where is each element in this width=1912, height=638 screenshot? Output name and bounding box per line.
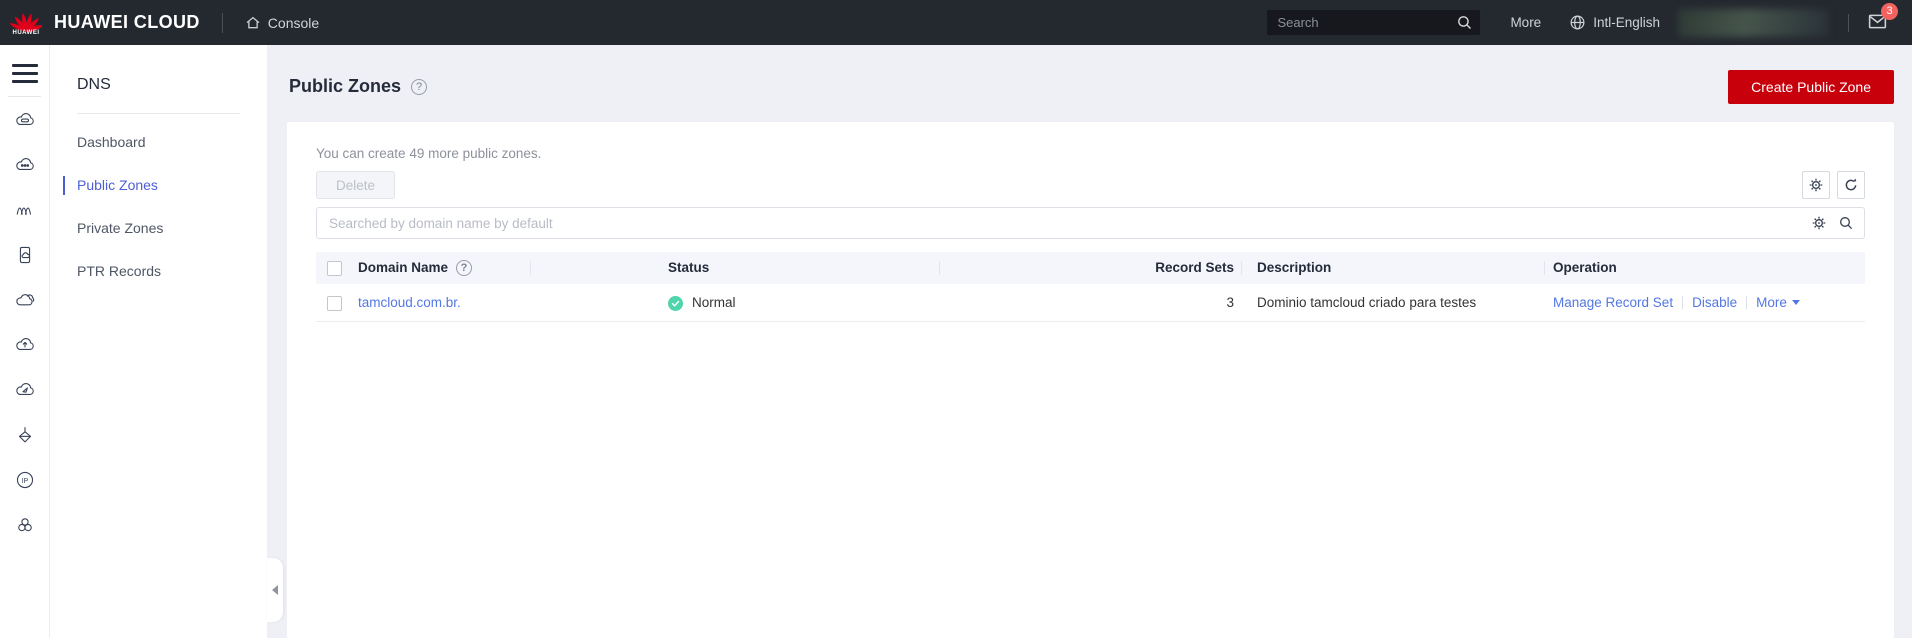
table-header-row: Domain Name ? Status Record Sets Descrip… <box>316 252 1865 284</box>
beacon-icon <box>18 426 31 442</box>
column-divider <box>1544 261 1545 275</box>
eip-icon: IP <box>16 471 33 488</box>
rail-item-cloud[interactable] <box>0 277 49 322</box>
column-divider <box>530 261 531 275</box>
main-content: Public Zones ? Create Public Zone You ca… <box>267 45 1912 638</box>
rail-item-waves[interactable] <box>0 187 49 232</box>
nav-item-dashboard[interactable]: Dashboard <box>50 121 267 164</box>
header-divider <box>1848 13 1849 32</box>
record-sets-count: 3 <box>1226 295 1234 310</box>
nav-item-private-zones[interactable]: Private Zones <box>50 207 267 250</box>
menu-icon[interactable] <box>11 64 38 83</box>
chevron-down-icon <box>1791 300 1800 305</box>
table-settings-button[interactable] <box>1802 171 1830 199</box>
delete-button[interactable]: Delete <box>316 171 396 199</box>
page-title: Public Zones <box>289 76 402 96</box>
more-dropdown[interactable]: More <box>1756 295 1800 310</box>
public-zones-card: You can create 49 more public zones. Del… <box>287 122 1894 638</box>
rail-item-cloud-play[interactable] <box>0 367 49 412</box>
manage-record-set-link[interactable]: Manage Record Set <box>1553 295 1673 310</box>
rail-item-beacon[interactable] <box>0 412 49 457</box>
search-settings-icon[interactable] <box>1811 215 1827 231</box>
rail-item-cloud-server[interactable] <box>0 97 49 142</box>
col-record-sets: Record Sets <box>1155 260 1234 275</box>
zone-search-input[interactable] <box>316 207 1865 239</box>
globe-icon <box>1570 15 1585 30</box>
huawei-logo[interactable]: HUAWEI <box>10 10 42 36</box>
cluster-icon <box>17 517 32 531</box>
logo-label: HUAWEI <box>12 29 40 36</box>
brand-title: HUAWEI CLOUD <box>54 12 200 32</box>
messages-button[interactable]: 3 <box>1867 2 1898 35</box>
service-icon-rail: IP <box>0 45 50 638</box>
nav-item-public-zones[interactable]: Public Zones <box>50 164 267 207</box>
operation-divider <box>1746 296 1748 309</box>
row-checkbox[interactable] <box>327 295 342 311</box>
console-label: Console <box>267 14 320 31</box>
waves-icon <box>16 207 31 215</box>
cloud-play-icon <box>15 382 34 395</box>
domain-help-icon[interactable]: ? <box>456 260 473 276</box>
domain-link[interactable]: tamcloud.com.br. <box>358 295 461 310</box>
cloud-dots-icon <box>15 157 34 170</box>
column-divider <box>1241 261 1242 275</box>
create-public-zone-button[interactable]: Create Public Zone <box>1728 70 1894 104</box>
top-header: HUAWEI HUAWEI CLOUD Console More Intl-En… <box>0 0 1912 45</box>
zone-search <box>316 207 1865 239</box>
search-icon[interactable] <box>1456 14 1473 31</box>
nav-divider <box>77 113 240 114</box>
search-icon[interactable] <box>1838 215 1854 231</box>
operation-divider <box>1682 296 1684 309</box>
status-text: Normal <box>692 295 736 310</box>
column-divider <box>939 261 940 275</box>
header-search-input[interactable] <box>1267 10 1481 35</box>
col-status: Status <box>668 260 710 275</box>
status-ok-icon <box>668 295 683 311</box>
language-switcher[interactable]: Intl-English <box>1569 14 1660 31</box>
refresh-icon <box>1845 178 1857 191</box>
account-name-redacted[interactable] <box>1678 8 1828 37</box>
home-icon <box>246 16 260 28</box>
cloud-icon <box>15 293 34 305</box>
language-label: Intl-English <box>1593 15 1660 30</box>
description-text: Dominio tamcloud criado para testes <box>1257 295 1477 310</box>
dns-nav-panel: DNS Dashboard Public Zones Private Zones… <box>50 45 267 638</box>
quota-hint: You can create 49 more public zones. <box>316 146 542 161</box>
rail-item-cluster[interactable] <box>0 502 49 547</box>
gear-icon <box>1809 178 1823 192</box>
rail-item-eip[interactable]: IP <box>0 457 49 502</box>
nav-title: DNS <box>77 76 111 93</box>
device-cloud-icon <box>19 246 30 263</box>
header-search <box>1267 10 1481 35</box>
svg-text:IP: IP <box>21 477 28 484</box>
disable-link[interactable]: Disable <box>1692 295 1737 310</box>
rail-item-cloud-dots[interactable] <box>0 142 49 187</box>
col-operation: Operation <box>1553 260 1617 275</box>
select-all-checkbox[interactable] <box>327 260 342 276</box>
nav-item-ptr-records[interactable]: PTR Records <box>50 250 267 293</box>
page-help-icon[interactable]: ? <box>411 78 428 95</box>
rail-item-device-cloud[interactable] <box>0 232 49 277</box>
rail-item-cloud-upload[interactable] <box>0 322 49 367</box>
notification-badge: 3 <box>1881 2 1898 20</box>
cloud-upload-icon <box>15 337 34 350</box>
collapse-arrow-icon <box>272 585 278 595</box>
header-divider <box>221 12 223 33</box>
console-link[interactable]: Console <box>245 15 319 31</box>
col-domain-name: Domain Name <box>358 260 449 275</box>
public-zones-table: Domain Name ? Status Record Sets Descrip… <box>316 252 1865 322</box>
panel-collapse-handle[interactable] <box>267 558 283 622</box>
col-description: Description <box>1257 260 1332 275</box>
header-more-link[interactable]: More <box>1510 15 1541 30</box>
table-row: tamcloud.com.br. Normal 3 Dominio tamclo… <box>316 284 1865 322</box>
refresh-button[interactable] <box>1837 171 1865 199</box>
